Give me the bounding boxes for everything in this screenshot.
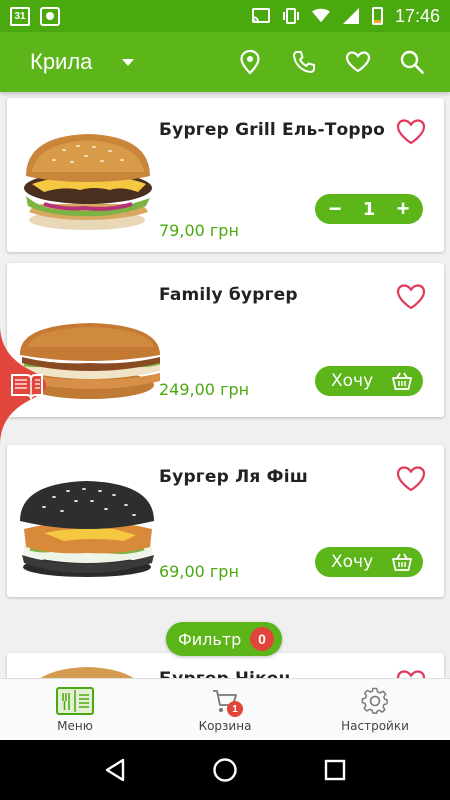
basket-icon [392, 372, 412, 390]
product-price: 69,00 грн [159, 562, 239, 581]
back-button[interactable] [95, 750, 135, 790]
product-price: 249,00 грн [159, 380, 250, 399]
nav-item-settings[interactable]: Настройки [300, 679, 450, 740]
filter-count-badge: 0 [250, 627, 274, 651]
decrement-button[interactable]: − [325, 198, 345, 220]
filter-button[interactable]: Фильтр 0 [166, 622, 282, 656]
burger-image [24, 134, 152, 230]
phone-button[interactable] [288, 46, 320, 78]
nav-label-settings: Настройки [341, 719, 409, 733]
product-name[interactable]: Бургер Grill Ель-Торро [159, 120, 385, 140]
side-menu-tab[interactable] [0, 325, 62, 445]
city-selector[interactable]: Крила [30, 49, 135, 75]
product-name[interactable]: Бургер Ля Фіш [159, 467, 308, 487]
home-circle-icon [213, 758, 237, 782]
want-button[interactable]: Хочу [315, 366, 423, 396]
location-button[interactable] [234, 46, 266, 78]
nav-item-menu[interactable]: Меню [0, 679, 150, 740]
increment-button[interactable]: + [393, 198, 413, 220]
home-button[interactable] [205, 750, 245, 790]
screenshot-notification-icon [40, 6, 60, 26]
heart-outline-icon[interactable] [396, 118, 426, 146]
app-bar: Крила [0, 32, 450, 92]
heart-outline-icon[interactable] [396, 669, 426, 678]
heart-outline-icon[interactable] [396, 283, 426, 311]
want-button-label: Хочу [331, 552, 374, 572]
product-price: 79,00 грн [159, 221, 239, 240]
signal-icon [342, 8, 360, 24]
quantity-stepper: − 1 + [315, 194, 423, 224]
calendar-day: 31 [14, 10, 26, 22]
product-name[interactable]: Family бургер [159, 285, 298, 305]
nav-label-cart: Корзина [198, 719, 252, 733]
product-card[interactable]: Бургер Grill Ель-Торро 79,00 грн − 1 + [7, 98, 444, 252]
burger-image [20, 481, 154, 577]
search-icon [400, 50, 424, 74]
battery-icon [371, 7, 383, 25]
cart-icon: 1 [205, 687, 245, 717]
phone-icon [293, 51, 315, 73]
want-button[interactable]: Хочу [315, 547, 423, 577]
filter-label: Фильтр [178, 629, 242, 649]
status-bar: 31 17:46 [0, 0, 450, 32]
status-time: 17:46 [394, 5, 440, 26]
product-card[interactable]: Family бургер 249,00 грн Хочу [7, 263, 444, 417]
favorites-button[interactable] [342, 46, 374, 78]
cart-count-badge: 1 [227, 701, 243, 717]
location-icon [240, 49, 260, 75]
back-triangle-icon [105, 758, 125, 782]
nav-item-cart[interactable]: 1 Корзина [150, 679, 300, 740]
product-card[interactable]: Бургер Ля Фіш 69,00 грн Хочу [7, 445, 444, 597]
bottom-navigation: Меню 1 Корзина Настройки [0, 678, 450, 740]
recents-button[interactable] [315, 750, 355, 790]
vibrate-icon [282, 8, 300, 24]
heart-outline-icon[interactable] [396, 465, 426, 493]
system-navigation-bar [0, 740, 450, 800]
calendar-notification-icon: 31 [10, 6, 30, 26]
search-button[interactable] [396, 46, 428, 78]
heart-icon [345, 51, 371, 73]
nav-label-menu: Меню [57, 719, 93, 733]
wifi-icon [311, 8, 330, 24]
product-card[interactable]: Бургер Чікен [7, 653, 444, 678]
chevron-down-icon [122, 58, 135, 66]
recents-square-icon [324, 759, 346, 781]
product-name[interactable]: Бургер Чікен [159, 669, 291, 678]
gear-icon [355, 687, 395, 715]
city-label: Крила [30, 49, 93, 74]
cast-icon [251, 8, 270, 24]
basket-icon [392, 553, 412, 571]
product-list[interactable]: Бургер Grill Ель-Торро 79,00 грн − 1 + F… [0, 92, 450, 678]
want-button-label: Хочу [331, 371, 374, 391]
menu-book-icon [55, 687, 95, 715]
burger-image [40, 667, 134, 678]
quantity-value: 1 [362, 198, 376, 220]
